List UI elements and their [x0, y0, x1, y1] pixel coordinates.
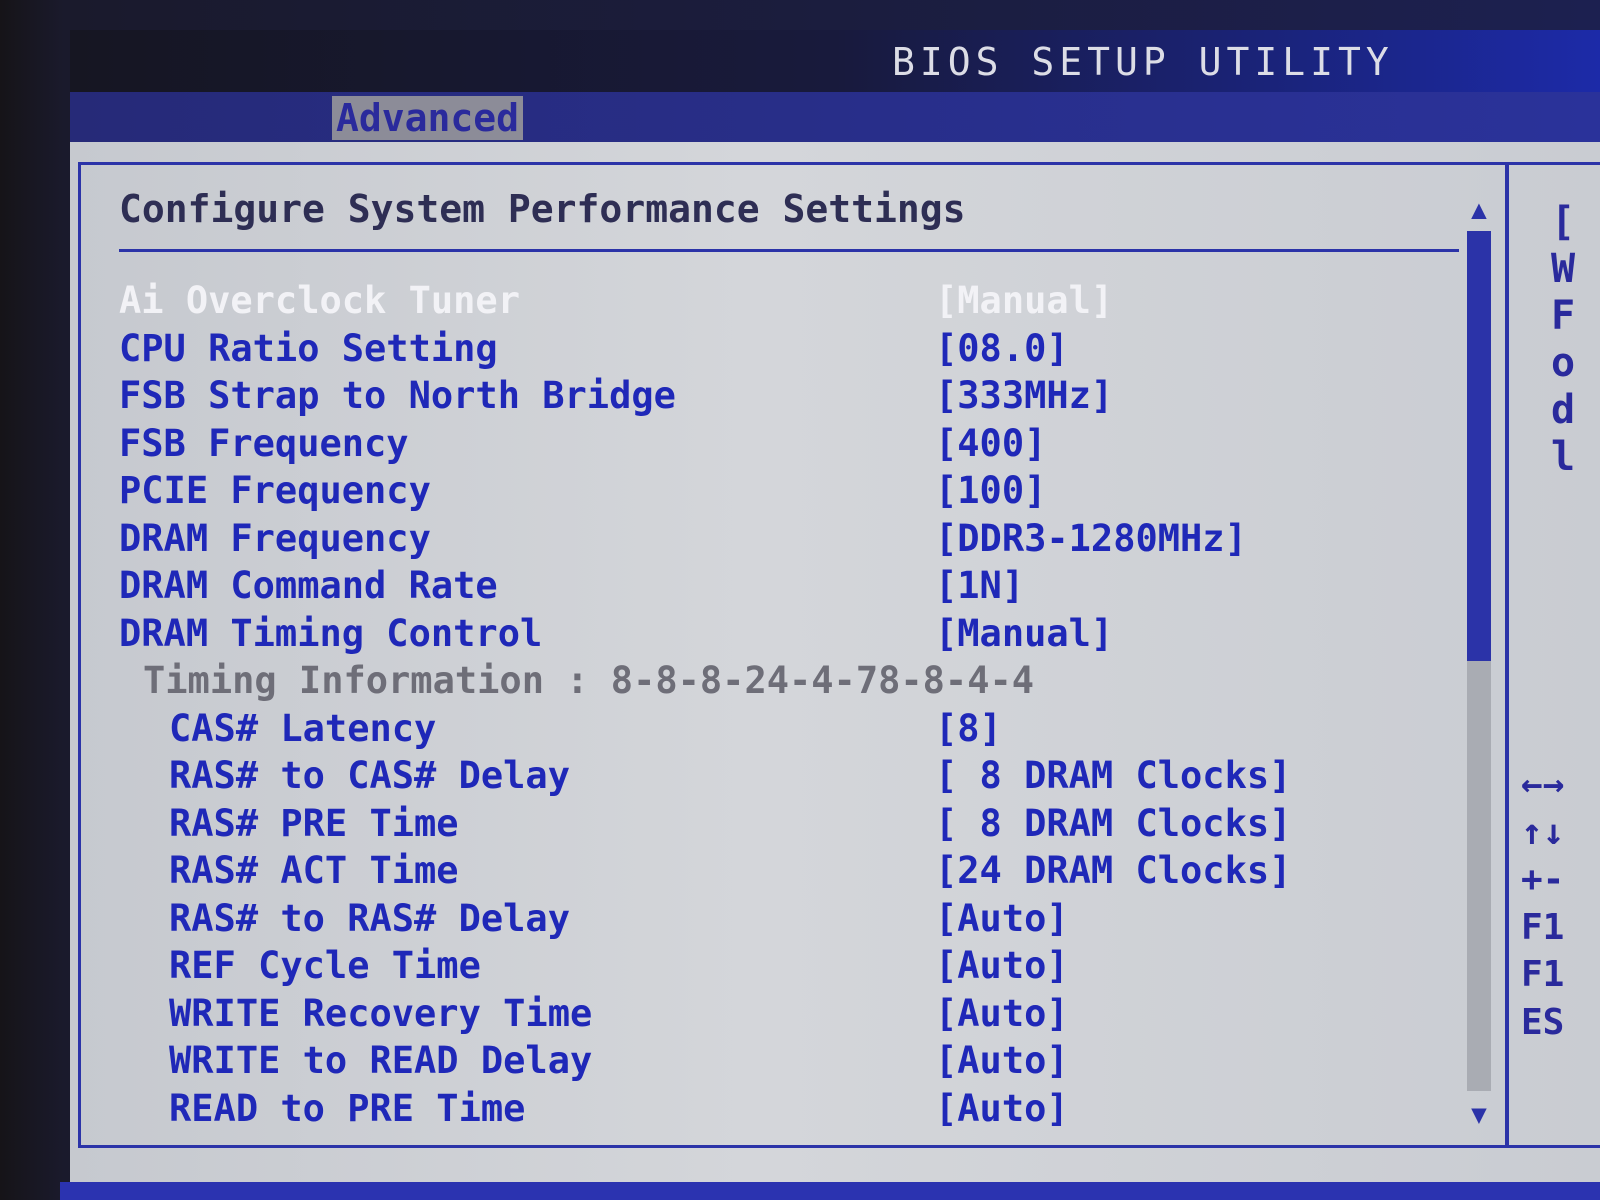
help-description: [W Fo d l	[1551, 199, 1575, 481]
help-text-line: W	[1551, 246, 1576, 292]
setting-value[interactable]: [Manual]	[935, 277, 1113, 324]
setting-label: PCIE Frequency	[119, 469, 431, 512]
scroll-track[interactable]	[1467, 231, 1491, 1091]
setting-label: DRAM Frequency	[119, 516, 431, 560]
setting-value[interactable]: [333MHz]	[935, 372, 1113, 419]
setting-row[interactable]: FSB Strap to North Bridge [333MHz]	[119, 372, 1449, 420]
setting-label: Timing Information : 8-8-8-24-4-78-8-4-4	[143, 659, 1035, 702]
setting-row[interactable]: PCIE Frequency [100]	[119, 467, 1449, 515]
scroll-up-arrow-icon[interactable]: ▲	[1461, 195, 1497, 225]
setting-label: WRITE Recovery Time	[169, 991, 593, 1035]
help-text-line: [	[1551, 199, 1576, 245]
setting-label: RAS# to RAS# Delay	[169, 896, 570, 940]
section-title: Configure System Performance Settings	[119, 187, 966, 231]
help-key: ES	[1521, 1001, 1565, 1043]
bios-screen: BIOS SETUP UTILITY Advanced Configure Sy…	[0, 0, 1600, 1200]
setting-label: CPU Ratio Setting	[119, 326, 498, 370]
setting-label: RAS# ACT Time	[169, 849, 459, 892]
setting-label: WRITE to READ Delay	[169, 1039, 593, 1082]
setting-label: FSB Frequency	[119, 421, 409, 465]
setting-label: DRAM Timing Control	[119, 611, 543, 655]
help-key: ↑↓	[1521, 811, 1565, 853]
help-key-legend: ←→ ↑↓ +- F1 F1 ES	[1521, 761, 1564, 1046]
help-text-line: l	[1551, 434, 1576, 480]
help-text-line: d	[1551, 387, 1576, 433]
setting-value[interactable]: [08.0]	[935, 325, 1069, 372]
setting-row[interactable]: DRAM Command Rate [1N]	[119, 562, 1449, 610]
setting-value[interactable]: [ 8 DRAM Clocks]	[935, 800, 1291, 847]
setting-row[interactable]: RAS# to RAS# Delay [Auto]	[119, 895, 1449, 943]
help-key: F1	[1521, 906, 1565, 948]
setting-label: CAS# Latency	[169, 706, 437, 750]
help-text-line: o	[1551, 340, 1576, 386]
setting-label: REF Cycle Time	[169, 944, 481, 987]
setting-value[interactable]: [DDR3-1280MHz]	[935, 515, 1247, 562]
setting-row[interactable]: RAS# ACT Time [24 DRAM Clocks]	[119, 847, 1449, 895]
setting-row[interactable]: FSB Frequency [400]	[119, 420, 1449, 468]
help-key: F1	[1521, 954, 1565, 995]
setting-value[interactable]: [Auto]	[935, 1085, 1069, 1132]
content-area: Configure System Performance Settings Ai…	[70, 142, 1600, 1182]
setting-label: FSB Strap to North Bridge	[119, 374, 676, 417]
help-panel: [W Fo d l ←→ ↑↓ +- F1 F1 ES	[1506, 162, 1600, 1148]
settings-panel: Configure System Performance Settings Ai…	[78, 162, 1508, 1148]
title-divider	[119, 249, 1459, 252]
setting-value[interactable]: [24 DRAM Clocks]	[935, 847, 1291, 894]
setting-value[interactable]: [8]	[935, 705, 1002, 752]
scroll-thumb[interactable]	[1467, 231, 1491, 661]
bottom-bar	[60, 1182, 1600, 1200]
setting-label: RAS# to CAS# Delay	[169, 754, 570, 797]
settings-list: Ai Overclock Tuner [Manual] CPU Ratio Sett…	[119, 277, 1449, 1132]
setting-row[interactable]: REF Cycle Time [Auto]	[119, 942, 1449, 990]
setting-row[interactable]: RAS# PRE Time [ 8 DRAM Clocks]	[119, 800, 1449, 848]
setting-row[interactable]: DRAM Frequency [DDR3-1280MHz]	[119, 515, 1449, 563]
setting-label: Ai Overclock Tuner	[119, 279, 520, 322]
title-bar: BIOS SETUP UTILITY	[70, 30, 1600, 100]
setting-value[interactable]: [100]	[935, 467, 1046, 514]
help-key: +-	[1521, 859, 1565, 900]
setting-value[interactable]: [400]	[935, 420, 1046, 467]
menu-bar: Advanced	[70, 92, 1600, 142]
help-text-line: F	[1551, 293, 1576, 339]
setting-value[interactable]: [Manual]	[935, 610, 1113, 657]
setting-value[interactable]: [Auto]	[935, 990, 1069, 1037]
timing-information-row: Timing Information : 8-8-8-24-4-78-8-4-4	[119, 657, 1449, 705]
setting-value[interactable]: [1N]	[935, 562, 1024, 609]
tab-advanced[interactable]: Advanced	[332, 96, 524, 140]
help-key: ←→	[1521, 764, 1565, 805]
setting-row[interactable]: CAS# Latency [8]	[119, 705, 1449, 753]
setting-row[interactable]: WRITE Recovery Time [Auto]	[119, 990, 1449, 1038]
setting-row[interactable]: DRAM Timing Control [Manual]	[119, 610, 1449, 658]
setting-value[interactable]: [Auto]	[935, 895, 1069, 942]
setting-row[interactable]: Ai Overclock Tuner [Manual]	[119, 277, 1449, 325]
setting-label: DRAM Command Rate	[119, 564, 498, 607]
setting-label: RAS# PRE Time	[169, 801, 459, 845]
bios-title: BIOS SETUP UTILITY	[892, 40, 1394, 84]
setting-row[interactable]: RAS# to CAS# Delay [ 8 DRAM Clocks]	[119, 752, 1449, 800]
scroll-down-arrow-icon[interactable]: ▼	[1461, 1100, 1497, 1130]
scrollbar[interactable]: ▲ ▼	[1461, 195, 1497, 1130]
setting-value[interactable]: [ 8 DRAM Clocks]	[935, 752, 1291, 799]
setting-row[interactable]: READ to PRE Time [Auto]	[119, 1085, 1449, 1133]
setting-row[interactable]: CPU Ratio Setting [08.0]	[119, 325, 1449, 373]
setting-value[interactable]: [Auto]	[935, 942, 1069, 989]
setting-row[interactable]: WRITE to READ Delay [Auto]	[119, 1037, 1449, 1085]
setting-value[interactable]: [Auto]	[935, 1037, 1069, 1084]
setting-label: READ to PRE Time	[169, 1086, 526, 1130]
